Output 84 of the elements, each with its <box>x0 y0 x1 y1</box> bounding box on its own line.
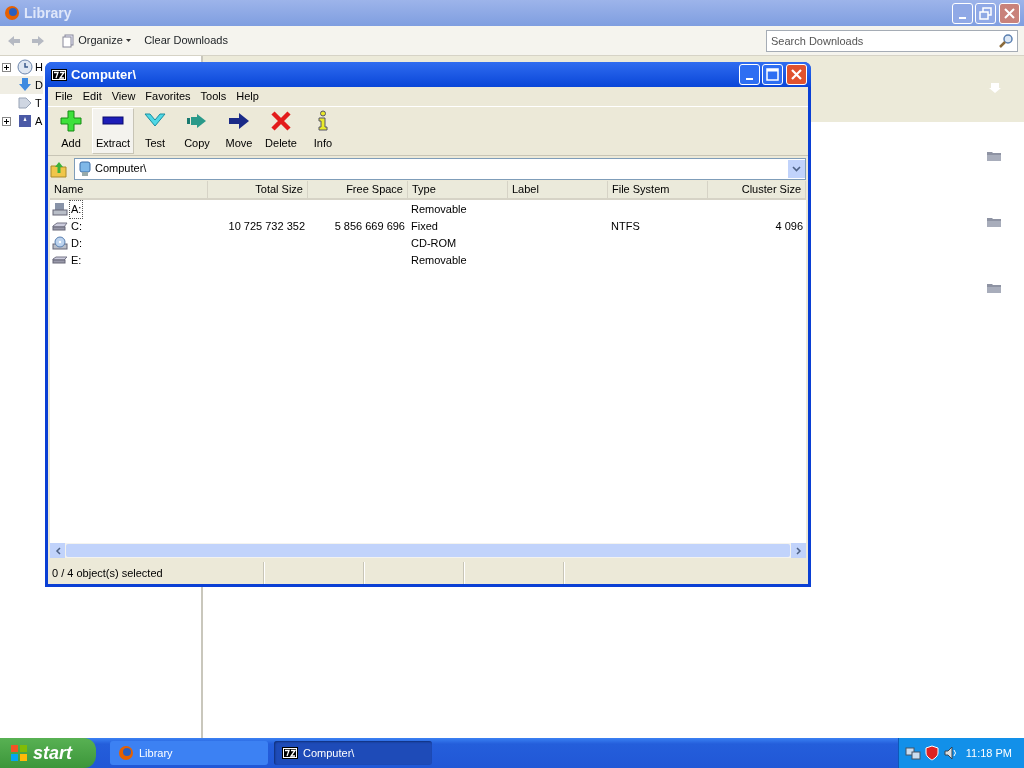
folder-icon <box>987 282 1001 293</box>
caret-icon <box>125 39 131 42</box>
download-icon <box>988 82 1002 94</box>
window-title: Library <box>24 3 72 23</box>
folder-icon <box>987 216 1001 227</box>
column-header[interactable]: Total Size <box>208 181 308 198</box>
toolbar-button[interactable]: Copy <box>176 108 218 154</box>
maximize-button[interactable] <box>762 64 784 85</box>
sidebar-item[interactable]: A <box>0 112 43 130</box>
minimize-icon <box>745 78 753 80</box>
column-header[interactable]: File System <box>608 181 708 198</box>
firefox-icon <box>118 745 134 761</box>
shield-icon[interactable] <box>925 745 939 761</box>
drive-name[interactable]: A: <box>69 200 84 219</box>
table-cell-text: CD-ROM <box>410 236 458 251</box>
minimize-icon <box>958 16 966 19</box>
search-icon <box>998 32 1014 49</box>
window-title: Computer\ <box>71 65 136 84</box>
sidebar-item[interactable]: D <box>0 76 43 94</box>
table-cell-text: Removable <box>410 253 468 268</box>
scroll-right-icon[interactable] <box>795 546 802 555</box>
cross-icon <box>270 110 292 133</box>
status-text: 0 / 4 object(s) selected <box>52 565 163 581</box>
toolbar-button[interactable]: Extract <box>92 108 134 154</box>
taskbar-button[interactable]: Computer\ <box>274 741 432 765</box>
menu-item[interactable]: Edit <box>77 88 107 105</box>
maximize-icon <box>764 66 782 83</box>
toolbar-button[interactable]: Test <box>134 108 176 154</box>
organize-button[interactable]: Organize <box>59 32 131 49</box>
folder-icon <box>987 150 1001 161</box>
search-field[interactable]: Search Downloads <box>766 29 1018 52</box>
sidebar-item[interactable]: T <box>0 94 42 112</box>
column-header[interactable]: Name <box>50 181 208 198</box>
taskbar-button[interactable]: Library <box>110 741 268 765</box>
table-cell-text: 4 096 <box>774 219 804 234</box>
chevron-down-icon <box>792 165 801 172</box>
address-field[interactable]: Computer\ <box>74 157 806 180</box>
column-header[interactable]: Type <box>408 181 508 198</box>
column-header[interactable]: Cluster Size <box>708 181 806 198</box>
expand-toggle-icon[interactable] <box>2 116 11 126</box>
plus-icon <box>60 110 82 133</box>
firefox-icon <box>4 5 20 21</box>
menu-item[interactable]: Tools <box>195 88 232 105</box>
toolbar-button[interactable]: Add <box>50 108 92 154</box>
minimize-button[interactable] <box>738 64 760 85</box>
star-book-icon <box>17 113 33 129</box>
restore-button[interactable] <box>975 2 997 24</box>
toolbar-button[interactable]: Move <box>218 108 260 154</box>
horizontal-scrollbar[interactable] <box>50 543 806 558</box>
download-arrow-icon <box>17 77 33 93</box>
restore-icon <box>977 4 995 22</box>
clock: 11:18 PM <box>965 745 1013 761</box>
computer-icon <box>79 160 91 177</box>
menu-item[interactable]: Help <box>231 88 264 105</box>
menu-item[interactable]: View <box>106 88 141 105</box>
scroll-left-icon[interactable] <box>54 546 61 555</box>
close-button[interactable] <box>786 64 807 85</box>
sevenzip-logo-icon <box>282 747 298 759</box>
windows-flag-icon <box>10 744 28 762</box>
sidebar-item[interactable]: H <box>0 58 43 76</box>
column-header[interactable]: Label <box>508 181 608 198</box>
speaker-icon[interactable] <box>943 745 959 761</box>
table-cell-text: 5 856 669 696 <box>333 219 406 234</box>
table-cell-text: Fixed <box>410 219 439 234</box>
menu-item[interactable]: File <box>50 88 78 105</box>
network-icon[interactable] <box>905 745 921 761</box>
dropdown-button[interactable] <box>788 159 805 178</box>
clock-icon <box>17 59 33 75</box>
expand-toggle-icon[interactable] <box>2 62 11 72</box>
drive-name[interactable]: D: <box>69 234 84 253</box>
table-cell-text: NTFS <box>610 219 641 234</box>
floppy-drive-icon <box>52 201 68 218</box>
table-cell-text: Removable <box>410 202 468 217</box>
close-button[interactable] <box>999 2 1020 24</box>
clear-downloads-button[interactable]: Clear Downloads <box>144 32 228 49</box>
drive-name[interactable]: E: <box>69 251 84 270</box>
drive-name[interactable]: C: <box>69 217 84 236</box>
toolbar-button[interactable]: Delete <box>260 108 302 154</box>
pages-icon <box>59 32 76 49</box>
sevenzip-logo-icon <box>51 68 67 81</box>
table-cell-text: 10 725 732 352 <box>227 219 306 234</box>
column-header[interactable]: Free Space <box>308 181 408 198</box>
toolbar-button[interactable]: Info <box>302 108 344 154</box>
menu-item[interactable]: Favorites <box>140 88 196 105</box>
